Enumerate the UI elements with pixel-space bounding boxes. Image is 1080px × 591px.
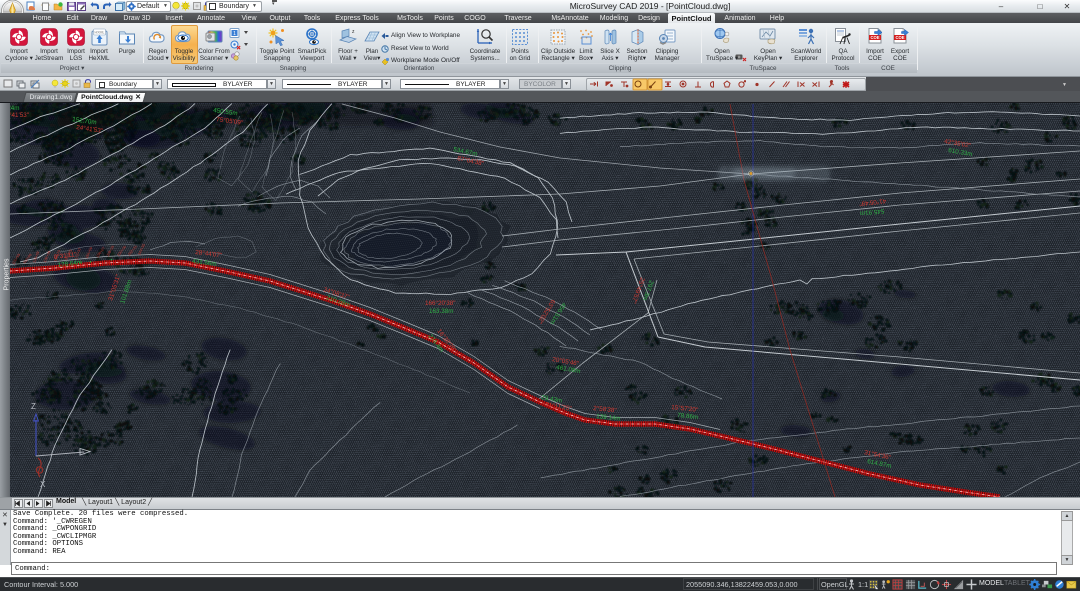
svg-text:COE: COE: [895, 35, 904, 40]
svg-text:COE: COE: [870, 35, 879, 40]
svg-text:1: 1: [233, 31, 236, 37]
svg-text:HXML: HXML: [95, 31, 105, 35]
svg-text:z: z: [352, 29, 355, 35]
